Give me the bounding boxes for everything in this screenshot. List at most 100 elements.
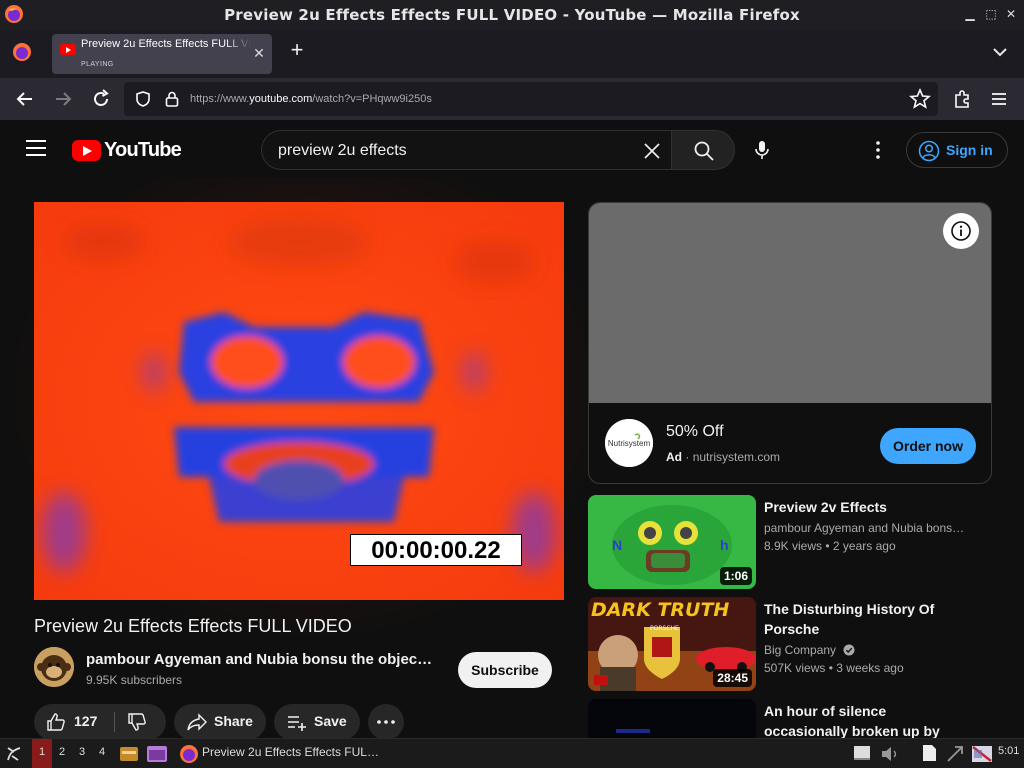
terminal-icon[interactable]: [146, 744, 168, 764]
maximize-icon[interactable]: ⬚: [983, 6, 999, 22]
save-button[interactable]: Save: [274, 704, 360, 740]
youtube-wordmark: YouTube: [104, 138, 182, 161]
voice-search-button[interactable]: [742, 130, 782, 170]
search-query[interactable]: preview 2u effects: [278, 142, 407, 160]
settings-kebab-icon[interactable]: [868, 140, 888, 160]
menu-icon[interactable]: [987, 87, 1011, 111]
clock: 5:01: [998, 745, 1020, 757]
bookmark-star-icon[interactable]: [908, 87, 932, 111]
list-all-tabs-icon[interactable]: [990, 42, 1010, 62]
tab-title: Preview 2u Effects Effects FULL VIDEO: [81, 38, 251, 50]
file-manager-icon[interactable]: [119, 744, 139, 764]
view-count: 507K views: [764, 661, 826, 675]
list-item[interactable]: An hour of silence occasionally broken u…: [588, 699, 992, 738]
thumbnail-image: [588, 699, 756, 738]
workspace-1[interactable]: 1: [32, 739, 52, 768]
display-icon[interactable]: [971, 744, 993, 764]
video-duration: 1:06: [719, 567, 752, 585]
youtube-logo[interactable]: YouTube: [72, 138, 182, 162]
search-button[interactable]: [671, 130, 735, 170]
monkey-avatar-image: [34, 647, 74, 687]
more-horizontal-icon: [377, 720, 395, 724]
workspace-4[interactable]: 4: [92, 739, 112, 768]
svg-text:Nutrisystem: Nutrisystem: [608, 439, 651, 448]
youtube-icon: [60, 44, 76, 55]
new-tab-button[interactable]: +: [286, 39, 308, 62]
ad-separator: ·: [685, 450, 690, 464]
workspace-3[interactable]: 3: [72, 739, 92, 768]
subscribe-button[interactable]: Subscribe: [458, 652, 552, 688]
task-title[interactable]: Preview 2u Effects Effects FUL…: [202, 745, 379, 759]
shield-icon[interactable]: [134, 90, 152, 108]
tab-close-icon[interactable]: ✕: [250, 44, 268, 62]
start-menu-icon[interactable]: [4, 742, 26, 764]
share-button[interactable]: Share: [174, 704, 266, 740]
workspace-2[interactable]: 2: [52, 739, 72, 768]
lock-icon[interactable]: [164, 90, 180, 108]
clear-search-icon[interactable]: [642, 141, 662, 161]
like-divider: [114, 712, 115, 732]
url-bar[interactable]: https://www.youtube.com/watch?v=PHqww9i2…: [124, 82, 938, 116]
share-icon: [187, 713, 207, 731]
network-icon[interactable]: [945, 744, 965, 764]
firefox-task-icon[interactable]: [179, 744, 199, 764]
url-text[interactable]: https://www.youtube.com/watch?v=PHqww9i2…: [190, 93, 432, 105]
video-title-link[interactable]: An hour of silence occasionally broken u…: [764, 701, 974, 738]
timestamp-overlay: 00:00:00.22: [350, 534, 522, 566]
verified-check-icon: [843, 644, 855, 656]
storage-icon[interactable]: [852, 744, 872, 762]
search-icon: [694, 141, 714, 161]
thumbs-up-icon[interactable]: [46, 712, 66, 732]
volume-icon[interactable]: [880, 745, 900, 763]
advertiser-logo[interactable]: Nutrisystem: [605, 419, 653, 467]
guide-menu-icon[interactable]: [26, 140, 46, 156]
ad-domain: nutrisystem.com: [692, 450, 781, 464]
account-icon: [918, 140, 940, 162]
video-title-link[interactable]: The Disturbing History Of Porsche: [764, 599, 974, 639]
back-icon[interactable]: [13, 87, 37, 111]
ad-media[interactable]: [589, 203, 991, 403]
ad-badge: Ad: [666, 450, 682, 464]
like-count[interactable]: 127: [74, 713, 97, 729]
sign-in-label: Sign in: [946, 142, 993, 158]
ad-meta: Ad · nutrisystem.com: [666, 450, 780, 464]
svg-text:N: N: [612, 537, 622, 553]
ad-card[interactable]: Nutrisystem 50% Off Ad · nutrisystem.com…: [588, 202, 992, 484]
nav-bar: https://www.youtube.com/watch?v=PHqww9i2…: [0, 78, 1024, 120]
video-thumbnail[interactable]: DARK TRUTH PORSCHE 28:45: [588, 597, 756, 691]
upload-age: 3 weeks ago: [836, 661, 904, 675]
list-item[interactable]: N h 1:06 Preview 2v Effects pambour Agye…: [588, 495, 992, 589]
video-duration: 28:45: [713, 669, 752, 687]
info-icon: [951, 221, 971, 241]
search-input[interactable]: preview 2u effects: [261, 130, 671, 170]
more-actions-button[interactable]: [368, 704, 404, 740]
extensions-icon[interactable]: [950, 87, 974, 111]
close-icon[interactable]: ✕: [1003, 6, 1019, 22]
notes-icon[interactable]: [919, 743, 939, 763]
view-count: 8.9K views: [764, 539, 823, 553]
video-meta: 8.9K views • 2 years ago: [764, 539, 896, 553]
tab-strip: Preview 2u Effects Effects FULL VIDEO PL…: [0, 30, 1024, 78]
microphone-icon: [755, 141, 769, 159]
video-meta: 507K views • 3 weeks ago: [764, 661, 904, 675]
video-title-link[interactable]: Preview 2v Effects: [764, 497, 974, 517]
tab-playing-label: PLAYING: [81, 61, 114, 68]
channel-name: pambour Agyeman and Nubia bons…: [764, 521, 965, 535]
svg-text:DARK TRUTH: DARK TRUTH: [591, 599, 729, 621]
order-now-button[interactable]: Order now: [880, 428, 976, 464]
channel-name[interactable]: pambour Agyeman and Nubia bonsu the obje…: [86, 651, 436, 668]
list-item[interactable]: DARK TRUTH PORSCHE 28:45 The Disturbing …: [588, 597, 992, 691]
sign-in-button[interactable]: Sign in: [906, 132, 1008, 168]
firefox-view-icon[interactable]: [12, 42, 32, 62]
forward-icon[interactable]: [51, 87, 75, 111]
thumbs-down-icon[interactable]: [127, 712, 147, 732]
minimize-icon[interactable]: ▁: [962, 6, 978, 22]
video-thumbnail[interactable]: [588, 699, 756, 738]
avatar[interactable]: [34, 647, 74, 687]
video-player[interactable]: 00:00:00.22: [34, 202, 564, 600]
reload-icon[interactable]: [89, 87, 113, 111]
ad-title[interactable]: 50% Off: [666, 423, 724, 441]
tab-youtube-video[interactable]: Preview 2u Effects Effects FULL VIDEO PL…: [52, 34, 272, 74]
ad-info-button[interactable]: [943, 213, 979, 249]
video-thumbnail[interactable]: N h 1:06: [588, 495, 756, 589]
